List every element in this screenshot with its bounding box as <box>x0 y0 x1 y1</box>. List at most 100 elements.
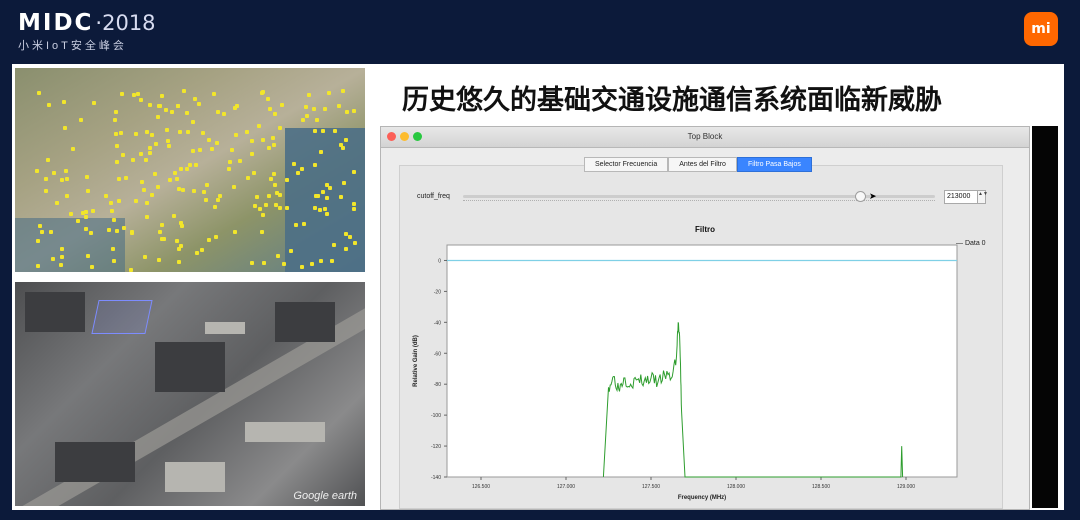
flight-marker-icon <box>176 103 181 108</box>
flight-marker-icon <box>160 223 165 228</box>
flight-marker-icon <box>325 195 330 200</box>
x-tick-label: 129.000 <box>897 484 915 490</box>
flight-marker-icon <box>216 110 221 115</box>
header-bar: MIDC·2018 小米IoT安全峰会 mi <box>0 0 1080 64</box>
flight-marker-icon <box>178 243 183 248</box>
flight-marker-icon <box>112 117 117 122</box>
flight-marker-icon <box>317 207 322 212</box>
flight-marker-icon <box>173 170 178 175</box>
flight-marker-icon <box>145 201 150 206</box>
flight-marker-icon <box>164 128 169 133</box>
flight-marker-icon <box>353 240 358 245</box>
flight-marker-icon <box>198 147 203 152</box>
flight-marker-icon <box>78 117 83 122</box>
flight-marker-icon <box>227 167 232 172</box>
flight-marker-icon <box>203 197 208 202</box>
flight-marker-icon <box>343 137 348 142</box>
highlight-polygon <box>91 300 153 334</box>
flight-marker-icon <box>166 139 171 144</box>
flight-marker-icon <box>89 265 94 270</box>
flight-marker-icon <box>347 234 352 239</box>
flight-marker-icon <box>153 172 158 177</box>
flight-marker-icon <box>259 229 264 234</box>
y-tick-label: -80 <box>434 382 441 388</box>
flight-marker-icon <box>153 141 158 146</box>
flight-marker-icon <box>296 170 301 175</box>
flight-marker-icon <box>332 129 337 134</box>
cutoff-freq-input[interactable]: 213000 <box>944 190 978 204</box>
flight-marker-icon <box>46 158 51 163</box>
x-tick-label: 128.000 <box>727 484 745 490</box>
tab-bar: Selector Frecuencia Antes del Filtro Fil… <box>584 157 812 172</box>
flight-marker-icon <box>340 146 345 151</box>
midc-logo: MIDC·2018 小米IoT安全峰会 <box>18 10 156 53</box>
flight-marker-icon <box>156 104 161 109</box>
flight-marker-icon <box>294 223 299 228</box>
flight-marker-icon <box>129 231 134 236</box>
flight-marker-icon <box>191 149 196 154</box>
y-tick-label: -40 <box>434 320 441 326</box>
tab-selector-frecuencia[interactable]: Selector Frecuencia <box>584 157 669 172</box>
flight-marker-icon <box>117 177 122 182</box>
flight-marker-icon <box>85 253 90 258</box>
flight-marker-icon <box>108 201 113 206</box>
flight-marker-icon <box>116 198 121 203</box>
flight-marker-icon <box>197 102 202 107</box>
flight-marker-icon <box>103 193 108 198</box>
tab-antes-del-filtro[interactable]: Antes del Filtro <box>668 157 737 172</box>
flight-marker-icon <box>84 209 89 214</box>
flight-marker-icon <box>62 125 67 130</box>
flight-marker-icon <box>280 103 285 108</box>
flight-marker-icon <box>201 130 206 135</box>
y-tick-label: -120 <box>431 444 441 450</box>
flight-marker-icon <box>215 197 220 202</box>
google-earth-credit: Google earth <box>293 490 357 502</box>
tab-filtro-pasa-bajos[interactable]: Filtro Pasa Bajos <box>736 157 812 172</box>
flight-marker-icon <box>139 179 144 184</box>
x-tick-label: 127.500 <box>642 484 660 490</box>
flight-marker-icon <box>200 248 205 253</box>
flight-marker-icon <box>145 214 150 219</box>
flight-marker-icon <box>271 142 276 147</box>
mi-logo: mi <box>1024 12 1058 46</box>
flight-marker-icon <box>231 185 236 190</box>
flight-marker-icon <box>345 109 350 114</box>
flight-marker-icon <box>167 144 171 149</box>
flight-marker-icon <box>91 100 96 105</box>
flight-marker-icon <box>134 198 139 203</box>
cutoff-freq-spinner[interactable]: ▲▼ <box>977 190 988 204</box>
flight-marker-icon <box>111 258 116 263</box>
flight-marker-icon <box>227 160 232 165</box>
flight-marker-icon <box>40 229 45 234</box>
flight-marker-icon <box>281 262 286 267</box>
flight-marker-icon <box>114 131 119 136</box>
flight-marker-icon <box>249 260 254 265</box>
flight-marker-icon <box>115 160 120 165</box>
cutoff-freq-label: cutoff_freq <box>417 193 450 200</box>
flight-marker-icon <box>124 175 129 180</box>
flight-marker-icon <box>304 114 309 119</box>
flight-marker-icon <box>120 152 125 157</box>
flight-marker-icon <box>214 141 219 146</box>
flight-marker-icon <box>114 144 119 149</box>
flight-marker-icon <box>71 147 76 152</box>
flight-marker-icon <box>213 234 218 239</box>
flight-marker-icon <box>277 205 282 210</box>
flight-marker-icon <box>131 157 136 162</box>
flight-marker-icon <box>144 157 149 162</box>
flight-marker-icon <box>260 212 265 217</box>
flight-marker-icon <box>175 177 180 182</box>
flight-marker-icon <box>323 106 328 111</box>
flight-marker-icon <box>274 203 279 208</box>
flight-marker-icon <box>266 193 271 198</box>
midc-brand: MIDC <box>18 10 94 36</box>
flight-marker-icon <box>229 148 234 153</box>
flight-marker-icon <box>314 193 319 198</box>
flight-marker-icon <box>164 107 169 112</box>
flight-marker-icon <box>212 205 217 210</box>
flight-marker-icon <box>330 258 335 263</box>
flight-marker-icon <box>37 224 42 229</box>
flight-marker-icon <box>36 264 41 269</box>
flight-marker-icon <box>64 177 69 182</box>
flight-marker-icon <box>35 169 39 174</box>
